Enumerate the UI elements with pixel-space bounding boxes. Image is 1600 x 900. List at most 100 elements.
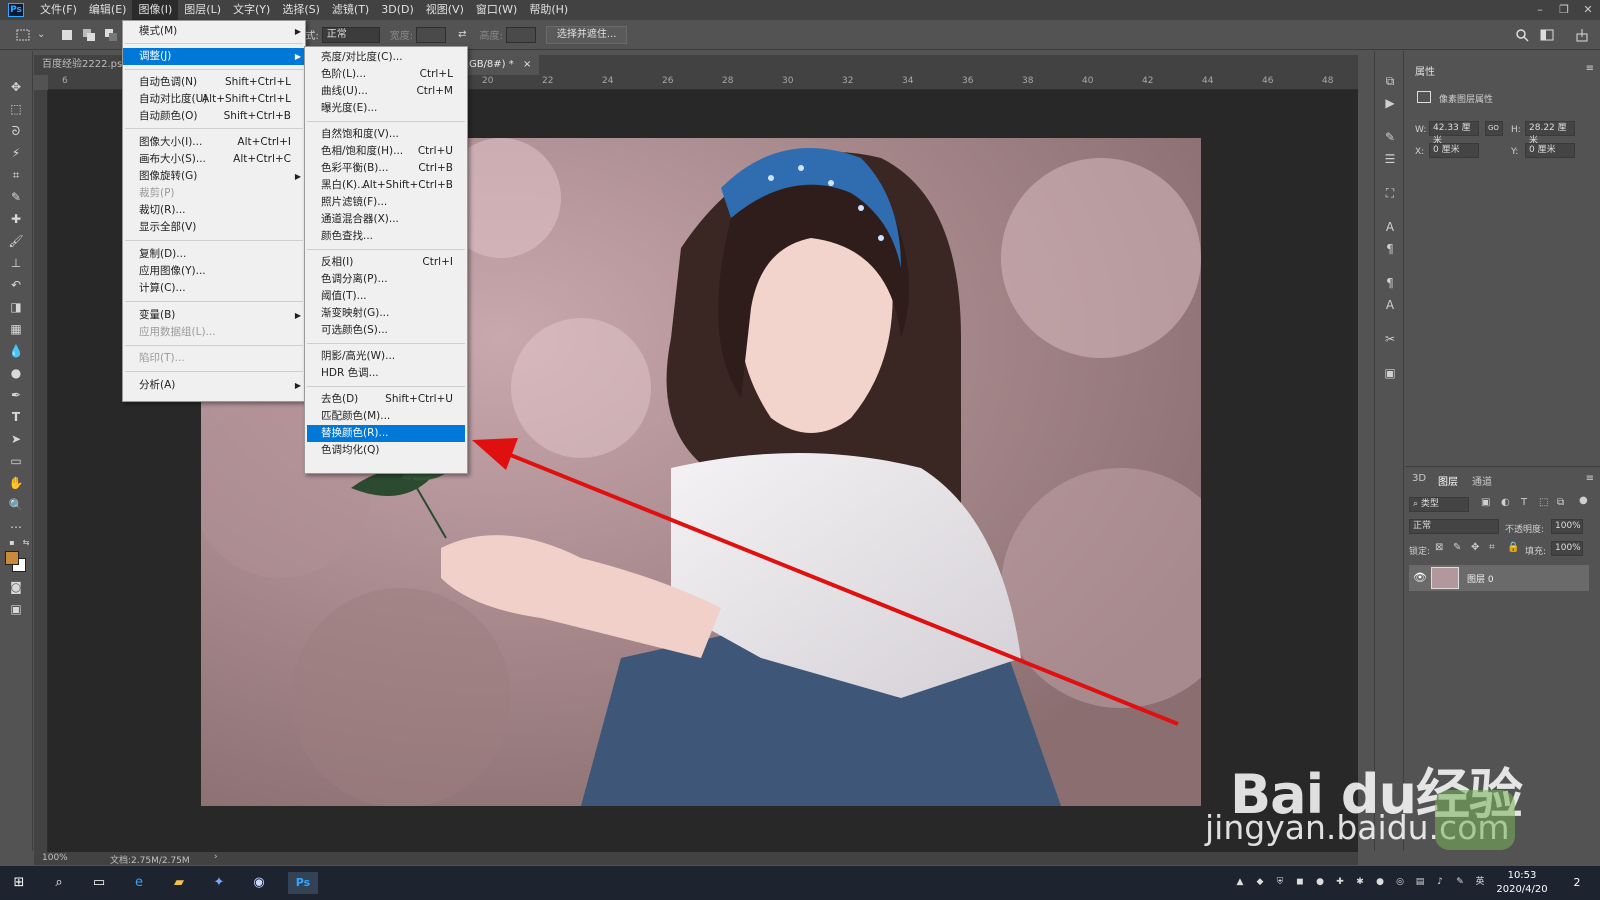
height-input[interactable]: 28.22 厘米 [1525,121,1575,146]
panel-menu-icon[interactable]: ≡ [1586,63,1594,74]
dodge-tool-icon[interactable]: ● [8,365,24,381]
swap-colors-icon[interactable]: ⇆ [18,535,34,551]
menu-item-image-rotation[interactable]: 图像旋转(G) ▶ [123,168,305,185]
photoshop-taskbar-icon[interactable]: Ps [288,872,318,894]
chrome-icon[interactable]: ◉ [248,872,270,894]
menu-item-shadows-highlights[interactable]: 阴影/高光(W)... [305,348,467,365]
swap-icon[interactable]: ⇄ [458,29,466,40]
tray-icon-5[interactable]: ✱ [1354,876,1366,888]
layer-row[interactable]: 👁 图层 0 [1409,565,1589,591]
eyedropper-tool-icon[interactable]: ✎ [8,189,24,205]
menu-item-mode[interactable]: 模式(M) ▶ [123,23,305,40]
tray-icon-3[interactable]: ◼ [1294,876,1306,888]
lock-artboard-icon[interactable]: ⌗ [1489,542,1495,553]
menu-item-posterize[interactable]: 色调分离(P)... [305,271,467,288]
layers-menu-icon[interactable]: ≡ [1586,473,1594,484]
type-tool-icon[interactable]: T [8,409,24,425]
filter-shape-icon[interactable]: ⬚ [1539,497,1548,508]
menu-help[interactable]: 帮助(H) [523,0,574,20]
menu-item-trim[interactable]: 裁切(R)... [123,202,305,219]
width-field[interactable] [416,26,447,43]
hand-tool-icon[interactable]: ✋ [8,475,24,491]
menu-item-canvas-size[interactable]: 画布大小(S)... Alt+Ctrl+C [123,151,305,168]
menu-layer[interactable]: 图层(L) [178,0,227,20]
menu-3d[interactable]: 3D(D) [375,0,420,20]
healing-brush-tool-icon[interactable]: ✚ [8,211,24,227]
menu-item-analysis[interactable]: 分析(A) ▶ [123,377,305,394]
magic-wand-tool-icon[interactable]: ⚡ [8,145,24,161]
pen-tool-icon[interactable]: ✒ [8,387,24,403]
crop-tool-icon[interactable]: ⌗ [8,167,24,183]
rect-marquee-tool-icon[interactable]: ⬚ [8,101,24,117]
menu-item-variables[interactable]: 变量(B) ▶ [123,307,305,324]
menu-item-hue-saturation[interactable]: 色相/饱和度(H)... Ctrl+U [305,143,467,160]
menu-item-apply-image[interactable]: 应用图像(Y)... [123,263,305,280]
workspace-icon[interactable] [1540,28,1554,42]
tab-layers[interactable]: 图层 [1433,473,1463,488]
character-icon[interactable]: A [1382,219,1398,235]
menu-item-image-size[interactable]: 图像大小(I)... Alt+Ctrl+I [123,134,305,151]
zoom-tool-icon[interactable]: 🔍 [8,497,24,513]
paragraph-icon[interactable]: ¶ [1382,241,1398,257]
tab-channels[interactable]: 通道 [1467,473,1497,488]
character-styles-icon[interactable]: A [1382,297,1398,313]
paragraph-styles-icon[interactable]: ¶ [1382,275,1398,291]
system-clock[interactable]: 10:53 2020/4/20 [1492,869,1552,897]
filter-smart-object-icon[interactable]: ⧉ [1557,497,1564,508]
menu-item-auto-color[interactable]: 自动颜色(O) Shift+Ctrl+B [123,108,305,125]
menu-item-reveal-all[interactable]: 显示全部(V) [123,219,305,236]
menu-item-brightness-contrast[interactable]: 亮度/对比度(C)... [305,49,467,66]
app-icon[interactable]: ✦ [208,872,230,894]
windows-start-icon[interactable]: ⊞ [8,872,30,894]
clone-stamp-tool-icon[interactable]: ⊥ [8,255,24,271]
menu-item-levels[interactable]: 色阶(L)... Ctrl+L [305,66,467,83]
visibility-eye-icon[interactable]: 👁 [1413,571,1427,584]
filter-type-icon[interactable]: T [1521,497,1527,508]
new-selection-icon[interactable] [60,28,74,42]
menu-item-exposure[interactable]: 曝光度(E)... [305,100,467,117]
tray-icon-4[interactable]: ✚ [1334,876,1346,888]
minimize-button[interactable]: – [1528,0,1552,20]
properties-tab[interactable]: 属性 [1415,63,1435,78]
taskbar-search-icon[interactable]: ⌕ [48,872,70,894]
menu-item-color-balance[interactable]: 色彩平衡(B)... Ctrl+B [305,160,467,177]
gradient-tool-icon[interactable]: ▦ [8,321,24,337]
volume-icon[interactable]: ♪ [1434,876,1446,888]
close-tab-icon[interactable]: × [523,59,531,70]
menu-item-match-color[interactable]: 匹配颜色(M)... [305,408,467,425]
libraries-icon[interactable]: ⛶ [1382,185,1398,201]
menu-item-invert[interactable]: 反相(I) Ctrl+I [305,254,467,271]
more-tools-icon[interactable]: ⋯ [8,519,24,535]
menu-item-channel-mixer[interactable]: 通道混合器(X)... [305,211,467,228]
share-icon[interactable] [1575,28,1589,42]
brush-settings-icon[interactable]: ✎ [1382,129,1398,145]
marquee-tool-icon[interactable] [16,28,30,42]
tab-3d[interactable]: 3D [1407,473,1431,484]
menu-item-gradient-map[interactable]: 渐变映射(G)... [305,305,467,322]
foreground-color-swatch[interactable] [5,551,19,565]
path-selection-tool-icon[interactable]: ➤ [8,431,24,447]
quick-mask-icon[interactable]: ◙ [8,579,24,595]
menu-type[interactable]: 文字(Y) [227,0,276,20]
menu-item-threshold[interactable]: 阈值(T)... [305,288,467,305]
menu-item-black-white[interactable]: 黑白(K)... Alt+Shift+Ctrl+B [305,177,467,194]
tray-shield-icon[interactable]: ⛨ [1274,876,1286,888]
history-brush-tool-icon[interactable]: ↶ [8,277,24,293]
tray-icon-2[interactable]: ◆ [1254,876,1266,888]
move-tool-icon[interactable]: ✥ [8,79,24,95]
menu-item-auto-contrast[interactable]: 自动对比度(U) Alt+Shift+Ctrl+L [123,91,305,108]
select-and-mask-button[interactable]: 选择并遮住... [545,25,628,44]
filter-pixel-icon[interactable]: ▣ [1481,497,1490,508]
style-select[interactable]: 正常 [321,26,380,43]
y-input[interactable]: 0 厘米 [1525,143,1575,158]
search-icon[interactable] [1515,28,1529,42]
menu-view[interactable]: 视图(V) [420,0,470,20]
blur-tool-icon[interactable]: 💧 [8,343,24,359]
lasso-tool-icon[interactable]: ᘐ [8,123,24,139]
menu-item-adjustments[interactable]: 调整(J) ▶ [123,48,305,65]
menu-select[interactable]: 选择(S) [276,0,326,20]
file-explorer-icon[interactable]: ▰ [168,872,190,894]
clone-source-icon[interactable]: ▣ [1382,365,1398,381]
menu-window[interactable]: 窗口(W) [470,0,523,20]
rectangle-tool-icon[interactable]: ▭ [8,453,24,469]
